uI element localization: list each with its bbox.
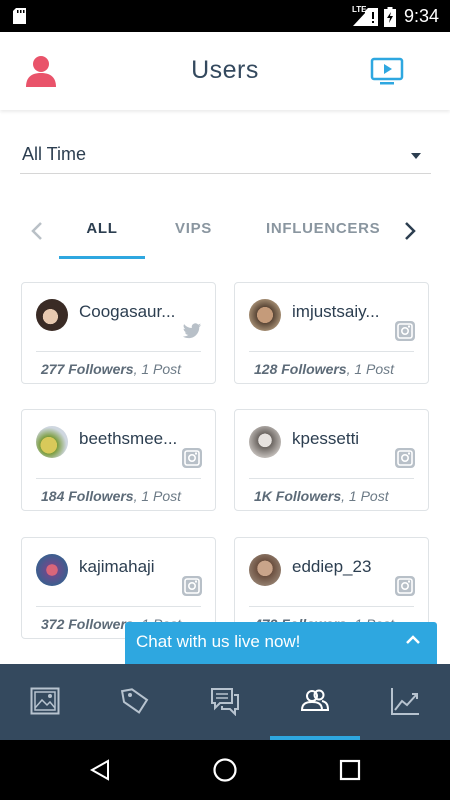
card-divider [249, 478, 414, 479]
nav-tags[interactable] [90, 664, 180, 740]
recents-icon[interactable] [339, 759, 361, 781]
user-name: imjustsaiy... [292, 302, 380, 321]
user-stats: 184 Followers, 1 Post [41, 488, 182, 504]
nav-users[interactable] [270, 664, 360, 740]
followers-count: 277 Followers [41, 361, 134, 377]
home-icon[interactable] [212, 757, 238, 783]
instagram-icon [395, 576, 415, 596]
posts-count: 1 Post [354, 361, 395, 377]
posts-count: 1 Post [348, 488, 389, 504]
avatar [36, 426, 68, 458]
live-chat-label: Chat with us live now! [136, 632, 301, 651]
bottom-nav [0, 664, 450, 740]
avatar [36, 299, 68, 331]
dropdown-caret-icon [411, 153, 421, 159]
chat-icon [211, 688, 239, 716]
user-card[interactable]: imjustsaiy... 128 Followers, 1 Post [234, 282, 429, 384]
nav-analytics[interactable] [360, 664, 450, 740]
time-filter-select[interactable]: All Time [20, 138, 431, 174]
instagram-icon [182, 576, 202, 596]
trend-chart-icon [391, 688, 419, 715]
instagram-icon [395, 321, 415, 341]
user-name: kajimahaji [79, 557, 155, 576]
instagram-icon [395, 448, 415, 468]
sd-card-icon [13, 8, 26, 24]
user-name: Coogasaur... [79, 302, 176, 321]
status-bar: LTE 9:34 [0, 0, 450, 32]
user-stats: 277 Followers, 1 Post [41, 361, 182, 377]
tab-next-arrow-icon[interactable] [403, 221, 417, 241]
active-tab-indicator [59, 256, 145, 259]
tab-all[interactable]: ALL [59, 220, 145, 237]
user-card[interactable]: Coogasaur... 277 Followers, 1 Post [21, 282, 216, 384]
chevron-up-icon[interactable] [405, 634, 421, 646]
image-icon [30, 687, 60, 715]
system-nav-bar [0, 740, 450, 800]
card-divider [36, 478, 201, 479]
tab-influencers[interactable]: INFLUENCERS [266, 220, 380, 237]
followers-count: 1K Followers [254, 488, 342, 504]
time-filter-value: All Time [22, 144, 87, 164]
avatar [249, 426, 281, 458]
instagram-icon [182, 448, 202, 468]
card-divider [249, 606, 414, 607]
card-divider [36, 351, 201, 352]
followers-count: 184 Followers [41, 488, 134, 504]
live-chat-banner[interactable]: Chat with us live now! [125, 622, 437, 664]
user-name: eddiep_23 [292, 557, 372, 576]
user-name: kpessetti [292, 429, 360, 448]
tab-prev-arrow-icon[interactable] [30, 221, 44, 241]
user-card[interactable]: kpessetti 1K Followers, 1 Post [234, 409, 429, 511]
users-icon [300, 689, 330, 711]
twitter-icon [182, 323, 202, 339]
clock: 9:34 [404, 6, 440, 26]
tab-vips[interactable]: VIPS [175, 220, 212, 237]
avatar [249, 554, 281, 586]
user-stats: 1K Followers, 1 Post [254, 488, 389, 504]
app-header: Users [0, 32, 450, 110]
user-tabs: ALL VIPS INFLUENCERS [0, 205, 450, 260]
user-card[interactable]: beethsmee... 184 Followers, 1 Post [21, 409, 216, 511]
nav-media[interactable] [0, 664, 90, 740]
card-divider [249, 351, 414, 352]
followers-count: 128 Followers [254, 361, 347, 377]
card-divider [36, 606, 201, 607]
user-stats: 128 Followers, 1 Post [254, 361, 395, 377]
posts-count: 1 Post [141, 361, 182, 377]
battery-icon [384, 7, 396, 27]
avatar [36, 554, 68, 586]
avatar [249, 299, 281, 331]
user-name: beethsmee... [79, 429, 178, 448]
followers-count: 372 Followers [41, 616, 134, 632]
nav-messages[interactable] [180, 664, 270, 740]
back-icon[interactable] [88, 758, 112, 782]
video-icon[interactable] [370, 54, 404, 88]
tag-icon [120, 688, 149, 714]
posts-count: 1 Post [141, 488, 182, 504]
no-sim-icon [365, 8, 378, 26]
